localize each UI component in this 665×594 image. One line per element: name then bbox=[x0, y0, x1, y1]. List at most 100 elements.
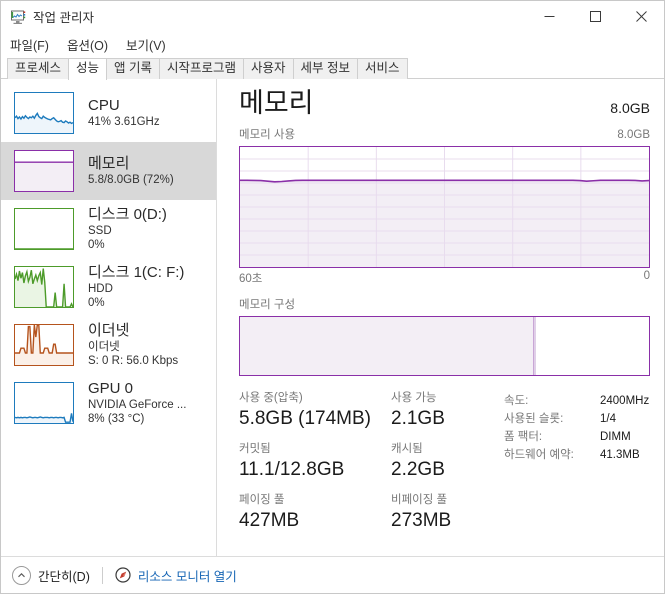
disk0-line1: SSD bbox=[88, 225, 112, 237]
memory-thumbnail-graph bbox=[14, 150, 74, 192]
label-committed: 커밋됨 bbox=[239, 443, 271, 455]
hardware-spec-list: 속도: 2400MHz 사용된 슬롯: 1/4 폼 팩터: DIMM 하드웨어 … bbox=[494, 390, 650, 543]
disk0-thumbnail-graph bbox=[14, 208, 74, 250]
task-manager-window: 작업 관리자 파일(F) 옵션(O) 보기(V) 프로세스 성능 앱 기록 시작… bbox=[0, 0, 665, 594]
stat-labels-3: 페이징 풀 비페이징 풀 bbox=[239, 492, 494, 508]
spec-row-slots: 사용된 슬롯: 1/4 bbox=[504, 410, 650, 428]
status-bar: 간단히(D) 리소스 모니터 열기 bbox=[1, 556, 664, 593]
disk1-title: 디스크 1(C: F:) bbox=[88, 264, 185, 281]
value-available: 2.1GB bbox=[391, 408, 445, 429]
cpu-title: CPU bbox=[88, 97, 120, 114]
stat-values-2: 11.1/12.8GB 2.2GB bbox=[239, 457, 494, 482]
window-title: 작업 관리자 bbox=[33, 11, 94, 25]
content-area: CPU 41% 3.61GHz 메모리 5.8/8.0GB (72%) 디스크 … bbox=[1, 79, 664, 556]
tab-services[interactable]: 서비스 bbox=[357, 58, 408, 79]
statistics-left: 사용 중(압축) 사용 가능 5.8GB (174MB) 2.1GB 커밋됨 캐… bbox=[239, 390, 494, 543]
menu-file[interactable]: 파일(F) bbox=[10, 35, 49, 54]
memory-capacity: 8.0GB bbox=[610, 100, 650, 116]
disk1-thumbnail-graph bbox=[14, 266, 74, 308]
composition-in-use bbox=[240, 317, 537, 375]
chevron-up-icon bbox=[12, 565, 31, 585]
menu-view[interactable]: 보기(V) bbox=[126, 35, 166, 54]
ethernet-line1: 이더넷 bbox=[88, 341, 120, 353]
sidebar-item-disk1[interactable]: 디스크 1(C: F:) HDD 0% bbox=[1, 258, 216, 316]
panel-header: 메모리 8.0GB bbox=[239, 79, 650, 119]
gpu-text: GPU 0 NVIDIA GeForce ... 8% (33 °C) bbox=[88, 380, 186, 426]
resource-monitor-icon bbox=[115, 567, 131, 583]
page-title: 메모리 bbox=[239, 88, 314, 118]
spec-value-form-factor: DIMM bbox=[600, 431, 631, 443]
spec-row-hw-reserved: 하드웨어 예약: 41.3MB bbox=[504, 446, 650, 464]
gpu-line2: 8% (33 °C) bbox=[88, 413, 145, 425]
disk1-line1: HDD bbox=[88, 283, 113, 295]
graph-max-label: 8.0GB bbox=[617, 129, 650, 141]
sidebar-item-ethernet[interactable]: 이더넷 이더넷 S: 0 R: 56.0 Kbps bbox=[1, 316, 216, 374]
title-bar: 작업 관리자 bbox=[1, 1, 664, 32]
tab-app-history[interactable]: 앱 기록 bbox=[106, 58, 161, 79]
menu-options[interactable]: 옵션(O) bbox=[67, 35, 108, 54]
ethernet-line2: S: 0 R: 56.0 Kbps bbox=[88, 355, 179, 367]
cpu-thumbnail-graph bbox=[14, 92, 74, 134]
spec-key-hw-reserved: 하드웨어 예약: bbox=[504, 449, 574, 461]
menu-bar: 파일(F) 옵션(O) 보기(V) bbox=[1, 32, 664, 56]
resource-sidebar: CPU 41% 3.61GHz 메모리 5.8/8.0GB (72%) 디스크 … bbox=[1, 79, 217, 556]
disk1-text: 디스크 1(C: F:) HDD 0% bbox=[88, 264, 184, 310]
minimize-button[interactable] bbox=[526, 1, 572, 32]
label-in-use: 사용 중(압축) bbox=[239, 392, 303, 404]
cpu-line1: 41% 3.61GHz bbox=[88, 116, 160, 128]
sidebar-item-gpu[interactable]: GPU 0 NVIDIA GeForce ... 8% (33 °C) bbox=[1, 374, 216, 432]
value-cached: 2.2GB bbox=[391, 459, 445, 480]
ethernet-text: 이더넷 이더넷 S: 0 R: 56.0 Kbps bbox=[88, 322, 178, 368]
sidebar-item-memory[interactable]: 메모리 5.8/8.0GB (72%) bbox=[1, 142, 216, 200]
collapse-button[interactable]: 간단히(D) bbox=[12, 565, 90, 585]
resource-monitor-label: 리소스 모니터 열기 bbox=[137, 569, 237, 584]
disk1-line2: 0% bbox=[88, 297, 105, 309]
spec-value-hw-reserved: 41.3MB bbox=[600, 449, 640, 461]
tab-strip: 프로세스 성능 앱 기록 시작프로그램 사용자 세부 정보 서비스 bbox=[1, 56, 664, 80]
ethernet-thumbnail-graph bbox=[14, 324, 74, 366]
value-committed: 11.1/12.8GB bbox=[239, 459, 345, 480]
tab-users[interactable]: 사용자 bbox=[243, 58, 294, 79]
graph-title: 메모리 사용 bbox=[239, 129, 296, 141]
axis-left-label: 60초 bbox=[239, 273, 263, 285]
composition-available bbox=[534, 317, 649, 375]
graph-caption-row: 메모리 사용 8.0GB bbox=[239, 126, 650, 142]
stat-group-3: 페이징 풀 비페이징 풀 427MB 273MB bbox=[239, 492, 494, 533]
memory-title: 메모리 bbox=[88, 155, 130, 172]
tab-startup[interactable]: 시작프로그램 bbox=[159, 58, 245, 79]
task-manager-icon bbox=[10, 9, 26, 25]
spec-key-slots: 사용된 슬롯: bbox=[504, 413, 564, 425]
close-button[interactable] bbox=[618, 1, 664, 32]
tab-details[interactable]: 세부 정보 bbox=[292, 58, 359, 79]
stat-values-1: 5.8GB (174MB) 2.1GB bbox=[239, 406, 494, 431]
spec-value-speed: 2400MHz bbox=[600, 395, 650, 407]
memory-composition-bar[interactable] bbox=[239, 316, 650, 376]
axis-right-label: 0 bbox=[643, 270, 650, 282]
gpu-title: GPU 0 bbox=[88, 380, 134, 397]
maximize-button[interactable] bbox=[572, 1, 618, 32]
memory-line1: 5.8/8.0GB (72%) bbox=[88, 174, 174, 186]
spec-row-speed: 속도: 2400MHz bbox=[504, 392, 650, 410]
ethernet-title: 이더넷 bbox=[88, 322, 130, 339]
composition-title: 메모리 구성 bbox=[239, 299, 296, 311]
value-in-use: 5.8GB (174MB) bbox=[239, 408, 371, 429]
resource-monitor-button[interactable]: 리소스 모니터 열기 bbox=[115, 566, 237, 585]
stat-values-3: 427MB 273MB bbox=[239, 508, 494, 533]
spec-row-form-factor: 폼 팩터: DIMM bbox=[504, 428, 650, 446]
tab-performance[interactable]: 성능 bbox=[68, 58, 108, 80]
disk0-text: 디스크 0(D:) SSD 0% bbox=[88, 206, 167, 252]
sidebar-item-disk0[interactable]: 디스크 0(D:) SSD 0% bbox=[1, 200, 216, 258]
memory-usage-graph bbox=[239, 146, 650, 268]
stat-group-1: 사용 중(압축) 사용 가능 5.8GB (174MB) 2.1GB bbox=[239, 390, 494, 431]
tab-processes[interactable]: 프로세스 bbox=[7, 58, 70, 79]
statistics-area: 사용 중(압축) 사용 가능 5.8GB (174MB) 2.1GB 커밋됨 캐… bbox=[239, 390, 650, 543]
memory-text: 메모리 5.8/8.0GB (72%) bbox=[88, 155, 174, 187]
stat-labels-2: 커밋됨 캐시됨 bbox=[239, 441, 494, 457]
footer-divider bbox=[101, 566, 103, 584]
spec-value-slots: 1/4 bbox=[600, 413, 616, 425]
sidebar-item-cpu[interactable]: CPU 41% 3.61GHz bbox=[1, 84, 216, 142]
window-controls bbox=[526, 1, 664, 32]
disk0-title: 디스크 0(D:) bbox=[88, 206, 167, 223]
cpu-text: CPU 41% 3.61GHz bbox=[88, 97, 160, 129]
gpu-line1: NVIDIA GeForce ... bbox=[88, 399, 187, 411]
